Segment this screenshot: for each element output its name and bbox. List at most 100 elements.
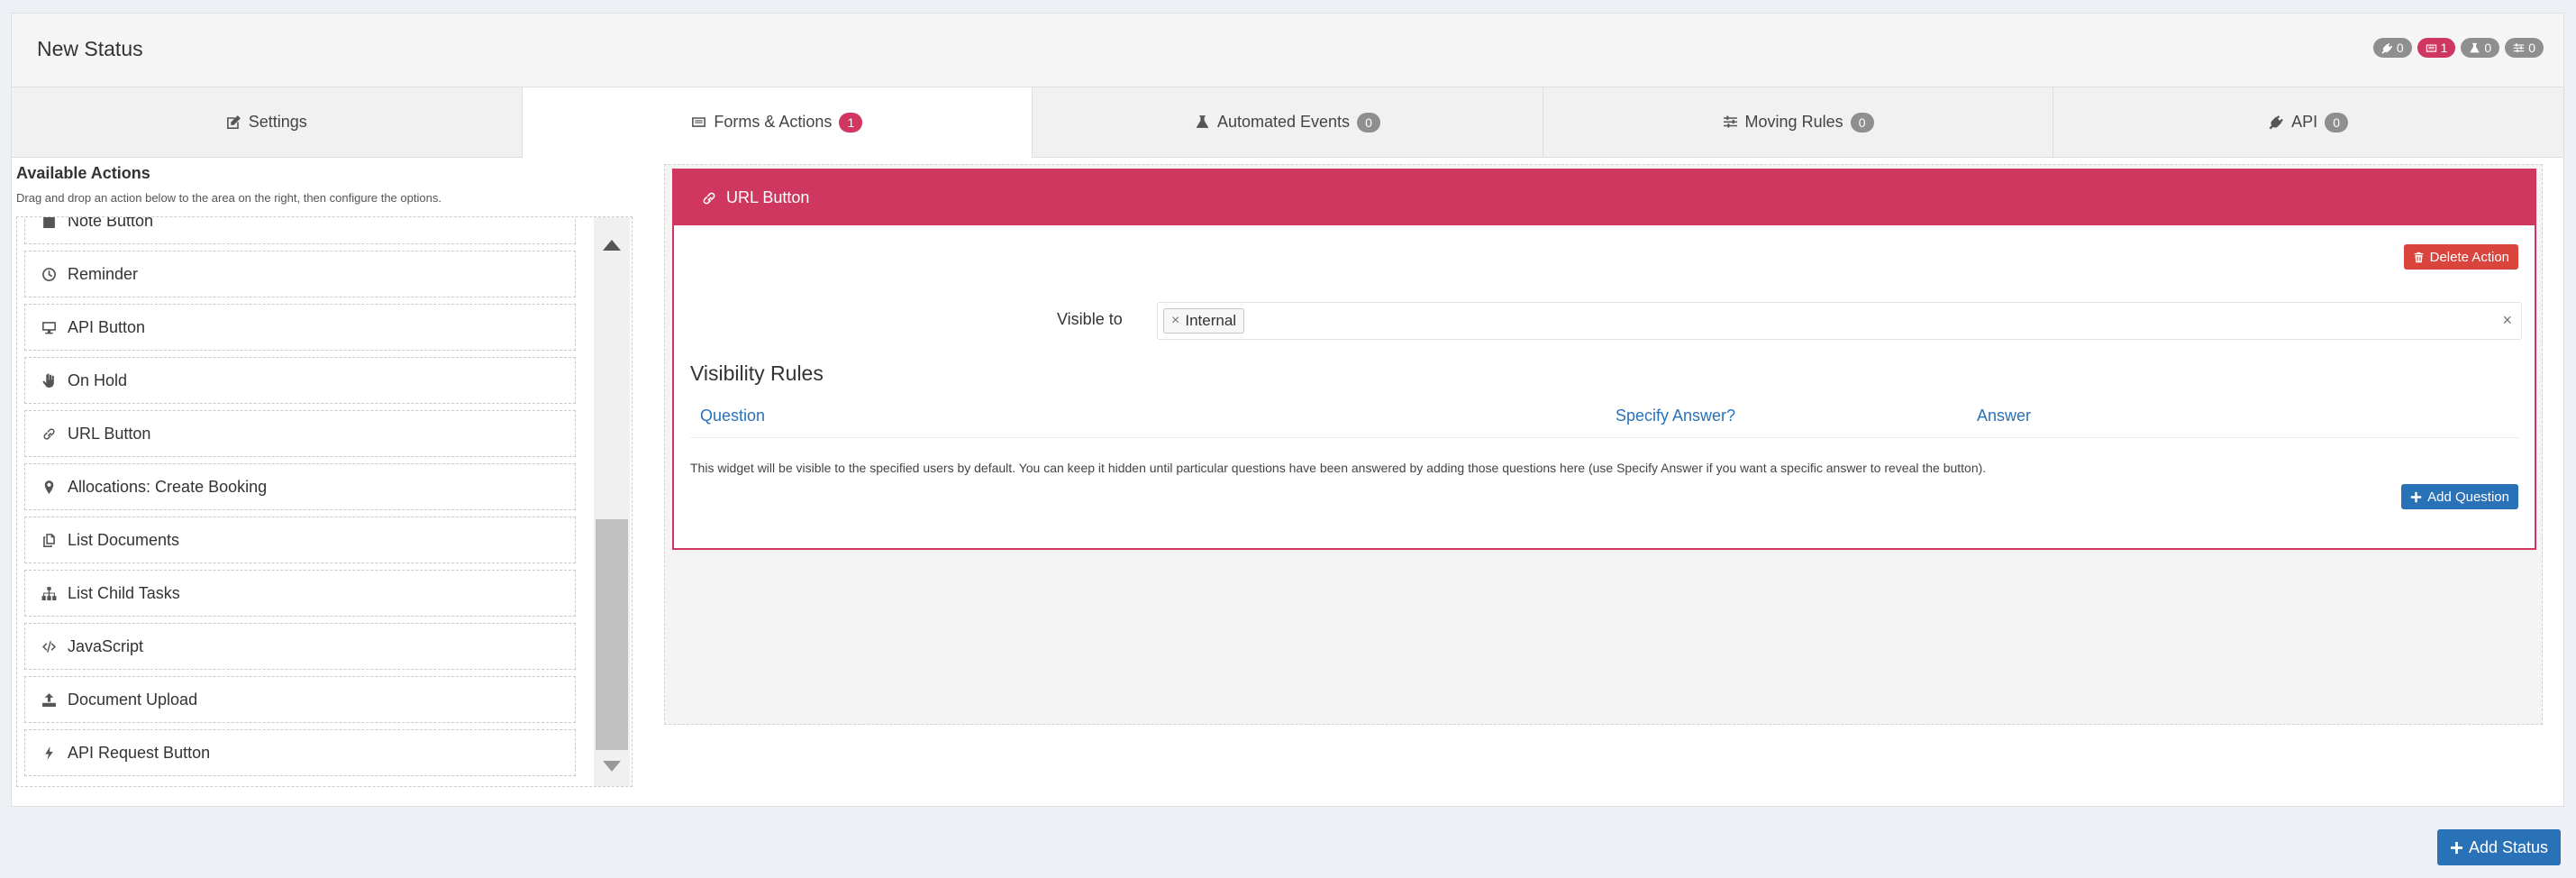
forms-count-badge: 1 <box>2417 38 2456 58</box>
badge-count: 0 <box>2528 41 2535 55</box>
copy-icon <box>43 533 55 547</box>
divider <box>690 437 2519 438</box>
form-icon <box>692 117 706 127</box>
tab-label: Forms & Actions <box>714 113 833 131</box>
action-list-documents[interactable]: List Documents <box>24 517 576 563</box>
action-label: List Documents <box>68 530 180 549</box>
action-label: Allocations: Create Booking <box>68 477 268 496</box>
badge-count: 0 <box>2396 41 2404 55</box>
note-icon <box>43 217 55 228</box>
action-list-child-tasks[interactable]: List Child Tasks <box>24 570 576 617</box>
sliders-icon <box>1723 115 1737 128</box>
action-label: List Child Tasks <box>68 583 180 602</box>
badge-count: 0 <box>2484 41 2492 55</box>
action-label: JavaScript <box>68 636 144 655</box>
column-header-specify-answer[interactable]: Specify Answer? <box>1616 407 1735 425</box>
code-icon <box>42 640 56 653</box>
link-icon <box>703 192 715 204</box>
flask-icon <box>2470 42 2480 52</box>
scroll-up-arrow-icon[interactable] <box>603 240 621 251</box>
clear-selection-icon[interactable]: × <box>2502 311 2512 330</box>
plus-icon <box>2410 491 2422 502</box>
visibility-help-text: This widget will be visible to the speci… <box>690 461 1987 475</box>
column-header-answer[interactable]: Answer <box>1977 407 2031 425</box>
tab-label: Moving Rules <box>1744 113 1843 131</box>
url-button-action-header: URL Button <box>674 170 2535 225</box>
plug-icon <box>2381 42 2392 54</box>
sliders-icon <box>2514 42 2525 52</box>
delete-action-button[interactable]: Delete Action <box>2403 244 2518 270</box>
map-marker-icon <box>44 480 54 494</box>
action-label: On Hold <box>68 370 128 389</box>
add-question-label: Add Question <box>2427 489 2509 505</box>
tab-count-badge: 0 <box>1357 112 1381 133</box>
tab-settings[interactable]: Settings <box>12 87 523 158</box>
add-status-button[interactable]: Add Status <box>2436 829 2561 865</box>
action-label: API Request Button <box>68 743 211 762</box>
action-allocations-create-booking[interactable]: Allocations: Create Booking <box>24 463 576 510</box>
tab-automated-events[interactable]: Automated Events 0 <box>1033 87 1543 158</box>
plus-icon <box>2450 841 2462 854</box>
api-count-badge: 0 <box>2372 38 2412 58</box>
action-label: API Button <box>68 317 146 336</box>
visibility-rules-title: Visibility Rules <box>690 361 824 385</box>
tab-bar: Settings Forms & Actions 1 Automated Eve… <box>12 87 2563 158</box>
url-button-action-title: URL Button <box>726 188 810 206</box>
available-actions-subtitle: Drag and drop an action below to the are… <box>16 191 441 205</box>
action-label: Document Upload <box>68 690 198 709</box>
action-label: URL Button <box>68 424 151 443</box>
bolt-icon <box>45 745 53 760</box>
action-document-upload[interactable]: Document Upload <box>24 676 576 723</box>
panel-header: New Status 0 1 0 0 <box>12 14 2563 87</box>
tab-count-badge: 0 <box>2325 112 2349 133</box>
action-url-button[interactable]: URL Button <box>24 410 576 457</box>
available-actions-list[interactable]: Note Button Reminder API Button On Hold … <box>16 216 633 787</box>
tab-api[interactable]: API 0 <box>2053 87 2563 158</box>
url-button-action-panel: URL Button Delete Action Visible to × In… <box>672 169 2536 550</box>
column-header-question[interactable]: Question <box>700 407 765 425</box>
available-actions-title: Available Actions <box>16 164 150 182</box>
remove-tag-icon[interactable]: × <box>1171 313 1179 329</box>
trash-icon <box>2414 252 2423 262</box>
sitemap-icon <box>41 586 57 600</box>
tab-moving-rules[interactable]: Moving Rules 0 <box>1543 87 2054 158</box>
action-label: Note Button <box>68 216 154 230</box>
add-question-button[interactable]: Add Question <box>2401 484 2518 509</box>
add-status-label: Add Status <box>2468 837 2548 856</box>
edit-icon <box>226 115 241 129</box>
plug-icon <box>2269 115 2284 130</box>
available-actions-header: Available Actions Drag and drop an actio… <box>16 150 629 205</box>
action-api-button[interactable]: API Button <box>24 304 576 351</box>
tab-count-badge: 0 <box>1850 112 1874 133</box>
tag-label: Internal <box>1185 312 1237 329</box>
hand-icon <box>42 373 54 388</box>
tab-count-badge: 1 <box>839 112 863 133</box>
delete-action-label: Delete Action <box>2429 249 2509 265</box>
events-count-badge: 0 <box>2461 38 2500 58</box>
form-icon <box>2426 43 2436 52</box>
link-icon <box>43 427 55 440</box>
page-title: New Status <box>37 37 143 60</box>
tab-label: Settings <box>248 113 307 131</box>
upload-icon <box>42 692 56 707</box>
tab-label: Automated Events <box>1216 113 1351 131</box>
header-badges: 0 1 0 0 <box>2372 38 2544 58</box>
action-reminder[interactable]: Reminder <box>24 251 576 297</box>
badge-count: 1 <box>2440 41 2448 55</box>
action-label: Reminder <box>68 264 139 283</box>
action-javascript[interactable]: JavaScript <box>24 623 576 670</box>
visible-to-label: Visible to <box>1057 310 1123 328</box>
scroll-down-arrow-icon[interactable] <box>603 761 621 772</box>
visible-to-tag-internal: × Internal <box>1163 308 1245 334</box>
action-note-button[interactable]: Note Button <box>24 216 576 244</box>
tab-forms-actions[interactable]: Forms & Actions 1 <box>522 87 1033 158</box>
tab-label: API <box>2291 113 2318 131</box>
actions-scrollbar[interactable] <box>594 217 630 786</box>
action-on-hold[interactable]: On Hold <box>24 357 576 404</box>
visible-to-select[interactable]: × Internal × <box>1157 302 2522 340</box>
action-api-request-button[interactable]: API Request Button <box>24 729 576 776</box>
flask-icon <box>1196 115 1209 128</box>
clock-icon <box>42 267 56 281</box>
monitor-icon <box>42 321 56 334</box>
scrollbar-thumb[interactable] <box>596 519 628 750</box>
